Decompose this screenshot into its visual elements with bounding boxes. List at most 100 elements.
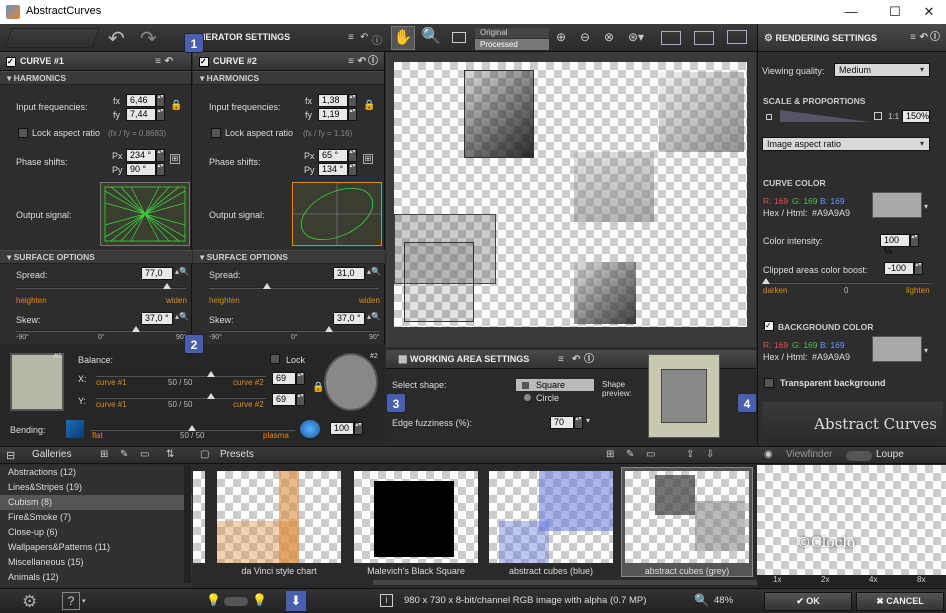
- edge-fuzziness-input[interactable]: 70: [550, 416, 574, 429]
- balance-lock-icon[interactable]: 🔒: [312, 382, 324, 393]
- gallery-item[interactable]: Lines&Stripes (19): [0, 480, 192, 495]
- rendering-info-icon[interactable]: ⓘ: [930, 24, 940, 52]
- zoom-tool-icon[interactable]: 🔍: [419, 26, 443, 50]
- color-boost-input[interactable]: -100: [884, 262, 914, 275]
- balance-y-spinner[interactable]: ▴▾: [296, 393, 305, 406]
- curve2-info-icon[interactable]: ⓘ: [368, 52, 378, 71]
- curve2-fx-spinner[interactable]: ▴▾: [348, 94, 357, 107]
- bg-color-checkbox[interactable]: ✓: [764, 321, 774, 331]
- gallery-item-selected[interactable]: Cubism (8): [0, 495, 192, 510]
- curve2-reset-icon[interactable]: ↶: [358, 52, 366, 71]
- gallery-add-icon[interactable]: ⊞: [100, 449, 108, 460]
- bg-color-swatch[interactable]: [872, 336, 922, 362]
- balance-y-input[interactable]: 69: [272, 393, 296, 406]
- curve1-skew-slider[interactable]: [16, 330, 186, 332]
- galleries-scrollbar[interactable]: [184, 465, 191, 583]
- image-canvas[interactable]: [394, 62, 747, 327]
- balance-x-thumb[interactable]: [207, 371, 215, 377]
- scale-zoom-input[interactable]: 150%: [902, 110, 930, 123]
- preset-download-icon[interactable]: ⇩: [706, 449, 714, 460]
- original-toggle[interactable]: Original: [475, 28, 549, 38]
- color-boost-thumb[interactable]: [762, 278, 770, 284]
- curve2-fx-input[interactable]: 1,38: [318, 94, 348, 107]
- monitor-icon[interactable]: [727, 30, 747, 44]
- gallery-item[interactable]: Miscellaneous (15): [0, 555, 192, 570]
- preset-delete-icon[interactable]: ▭: [646, 449, 655, 460]
- loupe-tab[interactable]: Loupe: [876, 449, 904, 460]
- viewfinder-preview[interactable]: ©Cloclo: [757, 465, 946, 575]
- gallery-item[interactable]: Close-up (6): [0, 525, 192, 540]
- bulb-off-icon[interactable]: 💡: [206, 593, 221, 607]
- curve2-menu-icon[interactable]: ≡: [348, 52, 354, 71]
- help-icon[interactable]: ?: [62, 592, 80, 610]
- preset-thumb[interactable]: [217, 471, 341, 563]
- curve1-preview-thumb[interactable]: [10, 353, 64, 411]
- curve1-lock-aspect-checkbox[interactable]: [18, 128, 28, 138]
- preset-thumb[interactable]: [625, 471, 749, 563]
- curve2-checkbox[interactable]: ✓: [199, 56, 209, 67]
- color-intensity-spinner[interactable]: ▴▾: [910, 234, 919, 247]
- point-add-icon[interactable]: ⊕: [556, 30, 566, 44]
- curve1-spread-input[interactable]: 77,0: [141, 267, 173, 280]
- curve1-skew-thumb[interactable]: [132, 326, 140, 332]
- undo-icon[interactable]: ↶: [108, 26, 125, 51]
- maximize-button[interactable]: ☐: [880, 2, 910, 22]
- shape-circle-option[interactable]: Circle: [536, 393, 559, 403]
- curve2-fy-input[interactable]: 1,19: [318, 108, 348, 121]
- color-intensity-input[interactable]: 100 %: [880, 234, 910, 256]
- curve2-spread-slider[interactable]: [209, 287, 379, 289]
- curve2-skew-menu-icon[interactable]: ▴🔍: [367, 312, 381, 321]
- bending-spinner[interactable]: ▴▾: [354, 422, 363, 435]
- curve2-py-spinner[interactable]: ▴▾: [348, 163, 357, 176]
- curve2-skew-slider[interactable]: [209, 330, 379, 332]
- viewing-quality-chevron-down-icon[interactable]: ▾: [920, 65, 924, 74]
- bulb-toggle[interactable]: [224, 597, 248, 606]
- scale-ratio[interactable]: 1:1: [888, 112, 899, 121]
- settings-gear-icon[interactable]: ⚙: [22, 592, 37, 612]
- download-arrow-icon[interactable]: ⬇: [286, 591, 306, 611]
- gallery-item[interactable]: Abstractions (12): [0, 465, 192, 480]
- curve-color-chevron-down-icon[interactable]: ▾: [924, 202, 928, 211]
- image-icon[interactable]: [452, 32, 466, 43]
- viewfinder-zoom-8x[interactable]: 8x: [917, 575, 925, 584]
- processed-toggle[interactable]: Processed: [475, 39, 549, 50]
- curve2-fy-spinner[interactable]: ▴▾: [348, 108, 357, 121]
- viewfinder-toggle[interactable]: [846, 451, 872, 461]
- preset-partial-thumb[interactable]: [193, 471, 205, 563]
- color-boost-slider[interactable]: [763, 282, 931, 284]
- viewfinder-zoom-1x[interactable]: 1x: [773, 575, 781, 584]
- gallery-item[interactable]: Wallpapers&Patterns (11): [0, 540, 192, 555]
- curve1-px-spinner[interactable]: ▴▾: [156, 149, 165, 162]
- curve2-lock-icon[interactable]: 🔒: [363, 100, 375, 111]
- color-boost-spinner[interactable]: ▴▾: [914, 262, 923, 275]
- curve2-px-input[interactable]: 65 °: [318, 149, 348, 162]
- working-area-info-icon[interactable]: ⓘ: [584, 350, 594, 369]
- circle-radio-icon[interactable]: [524, 394, 531, 401]
- balance-x-slider[interactable]: [96, 375, 266, 377]
- curve2-skew-input[interactable]: 37,0 °: [333, 312, 365, 325]
- balance-x-input[interactable]: 69: [272, 372, 296, 385]
- close-button[interactable]: ✕: [914, 2, 944, 22]
- aspect-select[interactable]: Image aspect ratio: [762, 137, 930, 151]
- gallery-item[interactable]: Fire&Smoke (7): [0, 510, 192, 525]
- curve2-spread-thumb[interactable]: [263, 283, 271, 289]
- edge-fuzziness-spinner[interactable]: ▴▾: [574, 416, 583, 429]
- hand-tool-icon[interactable]: ✋: [391, 26, 415, 50]
- fullsize-icon[interactable]: [694, 31, 714, 45]
- curve1-fy-spinner[interactable]: ▴▾: [156, 108, 165, 121]
- curve1-py-input[interactable]: 90 °: [126, 163, 156, 176]
- working-area-reset-icon[interactable]: ↶: [572, 350, 580, 369]
- curve2-skew-thumb[interactable]: [325, 326, 333, 332]
- point-select-icon[interactable]: ⊗: [604, 30, 614, 44]
- gallery-item[interactable]: Animals (12): [0, 570, 192, 585]
- curve2-spread-menu-icon[interactable]: ▴🔍: [367, 267, 381, 276]
- info-icon[interactable]: ⓘ: [372, 32, 382, 47]
- bulb-on-icon[interactable]: 💡: [252, 593, 267, 607]
- viewfinder-zoom-4x[interactable]: 4x: [869, 575, 877, 584]
- fit-icon[interactable]: [661, 31, 681, 45]
- rendering-menu-icon[interactable]: ≡: [910, 24, 916, 52]
- curve-color-swatch[interactable]: [872, 192, 922, 218]
- curve1-skew-menu-icon[interactable]: ▴🔍: [175, 312, 189, 321]
- working-area-menu-icon[interactable]: ≡: [558, 350, 564, 369]
- curve1-py-spinner[interactable]: ▴▾: [156, 163, 165, 176]
